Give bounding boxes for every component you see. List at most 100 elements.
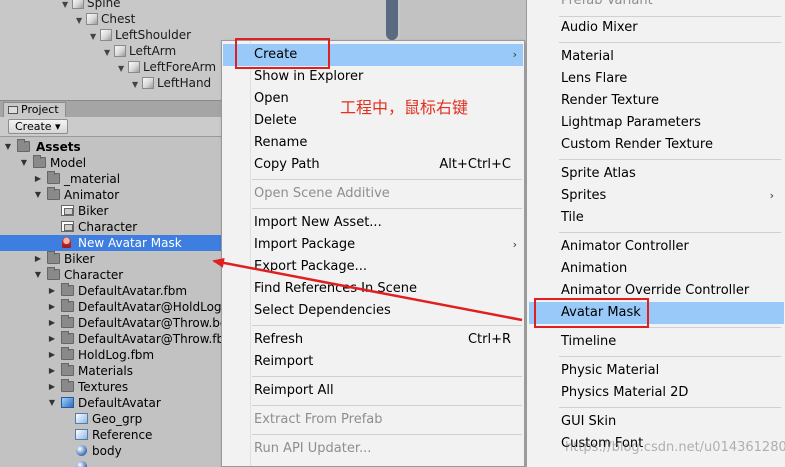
submenu-item-render-texture[interactable]: Render Texture: [529, 90, 784, 112]
expand-triangle-icon[interactable]: ▼: [104, 45, 114, 61]
menu-item-run-api-updater: Run API Updater...: [254, 441, 372, 456]
submenu-item-prefab-variant: Prefab Variant: [561, 0, 653, 8]
menu-item-import-package[interactable]: Import Package ›: [223, 234, 523, 256]
gameobject-icon: [100, 29, 112, 41]
collapse-triangle-icon[interactable]: ▶: [47, 363, 57, 379]
submenu-item-animator-controller[interactable]: Animator Controller: [529, 236, 784, 258]
folder-icon: [61, 331, 74, 344]
expand-triangle-icon[interactable]: ▼: [118, 61, 128, 77]
tree-item-model[interactable]: ▼ Model: [0, 155, 222, 171]
tree-item[interactable]: ▶ Materials: [0, 363, 222, 379]
menu-item-find-references[interactable]: Find References In Scene: [223, 278, 523, 300]
tree-item-character-controller[interactable]: Character: [0, 219, 222, 235]
tree-item[interactable]: ▶ DefaultAvatar@Throw.fbx: [0, 331, 222, 347]
expand-triangle-icon[interactable]: ▼: [3, 139, 13, 155]
collapse-triangle-icon[interactable]: ▶: [47, 379, 57, 395]
hierarchy-item[interactable]: ▼ Spine: [62, 0, 121, 11]
create-dropdown-button[interactable]: Create ▾: [8, 119, 68, 134]
menu-item-copy-path[interactable]: Copy Path Alt+Ctrl+C: [223, 154, 523, 176]
expand-triangle-icon[interactable]: ▼: [33, 267, 43, 283]
submenu-item-lightmap-parameters[interactable]: Lightmap Parameters: [529, 112, 784, 134]
submenu-item-animation[interactable]: Animation: [529, 258, 784, 280]
expand-triangle-icon[interactable]: ▼: [90, 29, 100, 45]
hierarchy-item[interactable]: ▼ LeftForeArm: [118, 59, 216, 75]
menu-item-show-in-explorer[interactable]: Show in Explorer: [223, 66, 523, 88]
project-tab-bar: Project: [0, 100, 240, 118]
tree-item[interactable]: [0, 459, 222, 467]
shortcut-label: Ctrl+R: [467, 332, 511, 347]
expand-triangle-icon[interactable]: ▼: [47, 395, 57, 411]
create-submenu: Prefab Variant Audio Mixer Material Lens…: [526, 0, 785, 467]
menu-separator: [559, 42, 781, 43]
hierarchy-item[interactable]: ▼ Chest: [76, 11, 135, 27]
sphere-icon: [76, 445, 87, 456]
tree-item[interactable]: Geo_grp: [0, 411, 222, 427]
submenu-item-material[interactable]: Material: [529, 46, 784, 68]
tree-item-animator[interactable]: ▼ Animator: [0, 187, 222, 203]
submenu-item-sprites[interactable]: Sprites ›: [529, 185, 784, 207]
tree-item-new-avatar-mask[interactable]: New Avatar Mask: [0, 235, 222, 251]
hierarchy-scrollbar[interactable]: [386, 0, 398, 40]
tree-item[interactable]: ▶ Textures: [0, 379, 222, 395]
submenu-item-lens-flare[interactable]: Lens Flare: [529, 68, 784, 90]
menu-item-refresh[interactable]: Refresh Ctrl+R: [223, 329, 523, 351]
tree-item-material[interactable]: ▶ _material: [0, 171, 222, 187]
submenu-arrow-icon: ›: [769, 189, 774, 202]
tree-item[interactable]: ▶ DefaultAvatar@HoldLog.f: [0, 299, 222, 315]
folder-icon: [33, 155, 46, 168]
hierarchy-item[interactable]: ▼ LeftArm: [104, 43, 176, 59]
submenu-arrow-icon: ›: [512, 48, 517, 61]
tree-item-assets[interactable]: ▼ Assets: [0, 139, 222, 155]
sphere-icon: [76, 461, 87, 467]
tab-project[interactable]: Project: [3, 102, 66, 118]
collapse-triangle-icon[interactable]: ▶: [47, 299, 57, 315]
collapse-triangle-icon[interactable]: ▶: [47, 331, 57, 347]
watermark: https://blog.csdn.net/u014361280: [565, 440, 785, 455]
submenu-item-custom-render-texture[interactable]: Custom Render Texture: [529, 134, 784, 156]
tree-item-biker-controller[interactable]: Biker: [0, 203, 222, 219]
hierarchy-item[interactable]: ▼ LeftShoulder: [90, 27, 191, 43]
animator-controller-icon: [61, 221, 74, 232]
tree-item[interactable]: ▶ HoldLog.fbm: [0, 347, 222, 363]
collapse-triangle-icon[interactable]: ▶: [47, 315, 57, 331]
tree-item[interactable]: body: [0, 443, 222, 459]
expand-triangle-icon[interactable]: ▼: [19, 155, 29, 171]
project-window-icon: [8, 106, 18, 114]
menu-item-rename[interactable]: Rename: [223, 132, 523, 154]
expand-triangle-icon[interactable]: ▼: [33, 187, 43, 203]
submenu-item-timeline[interactable]: Timeline: [529, 331, 784, 353]
menu-item-export-package[interactable]: Export Package...: [223, 256, 523, 278]
collapse-triangle-icon[interactable]: ▶: [33, 251, 43, 267]
tree-item[interactable]: ▶ DefaultAvatar@Throw.bc: [0, 315, 222, 331]
tree-item-biker-folder[interactable]: ▶ Biker: [0, 251, 222, 267]
submenu-item-physics-material-2d[interactable]: Physics Material 2D: [529, 382, 784, 404]
expand-triangle-icon[interactable]: ▼: [62, 0, 72, 13]
menu-item-reimport-all[interactable]: Reimport All: [223, 380, 523, 402]
hierarchy-item[interactable]: ▼ LeftHand: [132, 75, 211, 91]
submenu-item-sprite-atlas[interactable]: Sprite Atlas: [529, 163, 784, 185]
collapse-triangle-icon[interactable]: ▶: [47, 283, 57, 299]
tree-item-character-folder[interactable]: ▼ Character: [0, 267, 222, 283]
collapse-triangle-icon[interactable]: ▶: [47, 347, 57, 363]
folder-icon: [47, 171, 60, 184]
tree-item[interactable]: Reference: [0, 427, 222, 443]
shortcut-label: Alt+Ctrl+C: [439, 157, 511, 172]
tree-item[interactable]: ▼ DefaultAvatar: [0, 395, 222, 411]
annotation-note: 工程中，鼠标右键: [340, 98, 469, 117]
collapse-triangle-icon[interactable]: ▶: [33, 171, 43, 187]
gameobject-icon: [128, 61, 140, 73]
expand-triangle-icon[interactable]: ▼: [76, 13, 86, 29]
menu-item-reimport[interactable]: Reimport: [223, 351, 523, 373]
submenu-item-tile[interactable]: Tile: [529, 207, 784, 229]
menu-separator: [559, 159, 781, 160]
menu-item-import-new-asset[interactable]: Import New Asset...: [223, 212, 523, 234]
tree-item[interactable]: ▶ DefaultAvatar.fbm: [0, 283, 222, 299]
submenu-item-audio-mixer[interactable]: Audio Mixer: [529, 17, 784, 39]
folder-icon: [47, 267, 60, 280]
menu-item-select-dependencies[interactable]: Select Dependencies: [223, 300, 523, 322]
expand-triangle-icon[interactable]: ▼: [132, 77, 142, 93]
folder-icon: [61, 379, 74, 392]
submenu-item-gui-skin[interactable]: GUI Skin: [529, 411, 784, 433]
submenu-item-physic-material[interactable]: Physic Material: [529, 360, 784, 382]
folder-icon: [61, 283, 74, 296]
